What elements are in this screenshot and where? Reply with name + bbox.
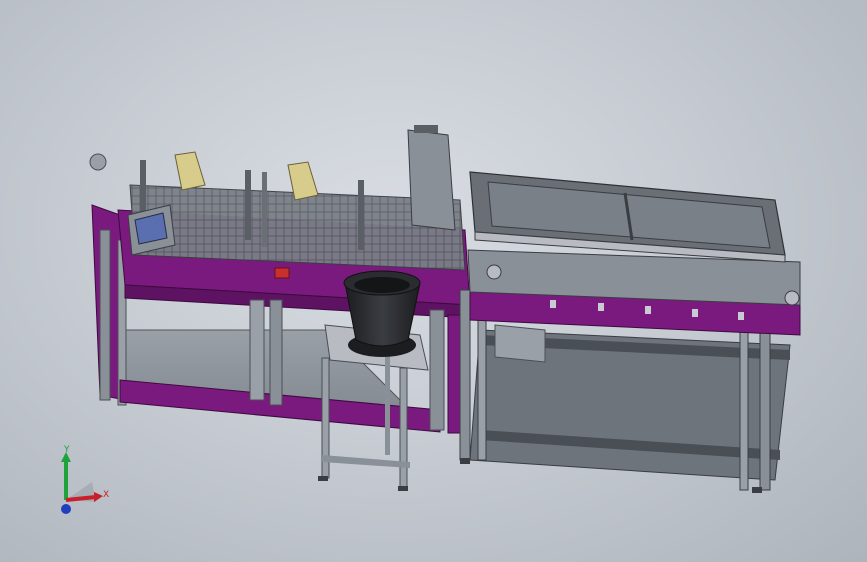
triad-y-label: Y bbox=[64, 445, 70, 455]
stand-foot-2 bbox=[398, 486, 408, 491]
left-leg-mid-3 bbox=[429, 309, 445, 431]
triad-x-label: X bbox=[103, 490, 110, 500]
bowl-inner bbox=[354, 277, 410, 293]
belt-clamp-4 bbox=[692, 309, 698, 317]
left-leg-front bbox=[99, 229, 111, 401]
right-foot-1 bbox=[460, 458, 470, 464]
right-roller-2 bbox=[784, 290, 800, 306]
left-leg-mid-1 bbox=[249, 299, 265, 401]
right-leg-3 bbox=[759, 324, 771, 491]
right-leg-4 bbox=[739, 319, 749, 491]
triad-z-axis bbox=[61, 504, 71, 514]
belt-clamp-5 bbox=[738, 312, 744, 320]
triad-x-arrowhead bbox=[94, 492, 103, 502]
right-foot-2 bbox=[752, 487, 762, 493]
right-roller-1 bbox=[486, 264, 502, 280]
left-post-4 bbox=[358, 180, 364, 250]
belt-clamp-3 bbox=[645, 306, 651, 314]
electric-box bbox=[494, 324, 546, 363]
left-post-3 bbox=[262, 172, 267, 247]
left-tower bbox=[407, 129, 456, 231]
right-leg-2 bbox=[477, 299, 487, 461]
right-leg-1 bbox=[459, 289, 471, 461]
yellow-station-1 bbox=[174, 151, 206, 191]
stand-foot-1 bbox=[318, 476, 328, 481]
belt-clamp-2 bbox=[598, 303, 604, 311]
left-leg-mid-2 bbox=[269, 299, 283, 406]
stand-leg-2 bbox=[399, 367, 408, 489]
orientation-triad[interactable] bbox=[61, 452, 103, 514]
cad-viewport[interactable]: Y X bbox=[0, 0, 867, 562]
left-tower-top bbox=[414, 125, 438, 133]
machine-assembly-model[interactable] bbox=[0, 0, 867, 562]
left-roller bbox=[89, 153, 107, 171]
stand-lower-bar bbox=[322, 455, 410, 468]
belt-clamp-1 bbox=[550, 300, 556, 308]
left-post-2 bbox=[245, 170, 251, 240]
left-leg-mid-4 bbox=[447, 314, 461, 434]
red-component bbox=[274, 267, 290, 279]
right-machine[interactable] bbox=[459, 171, 801, 493]
